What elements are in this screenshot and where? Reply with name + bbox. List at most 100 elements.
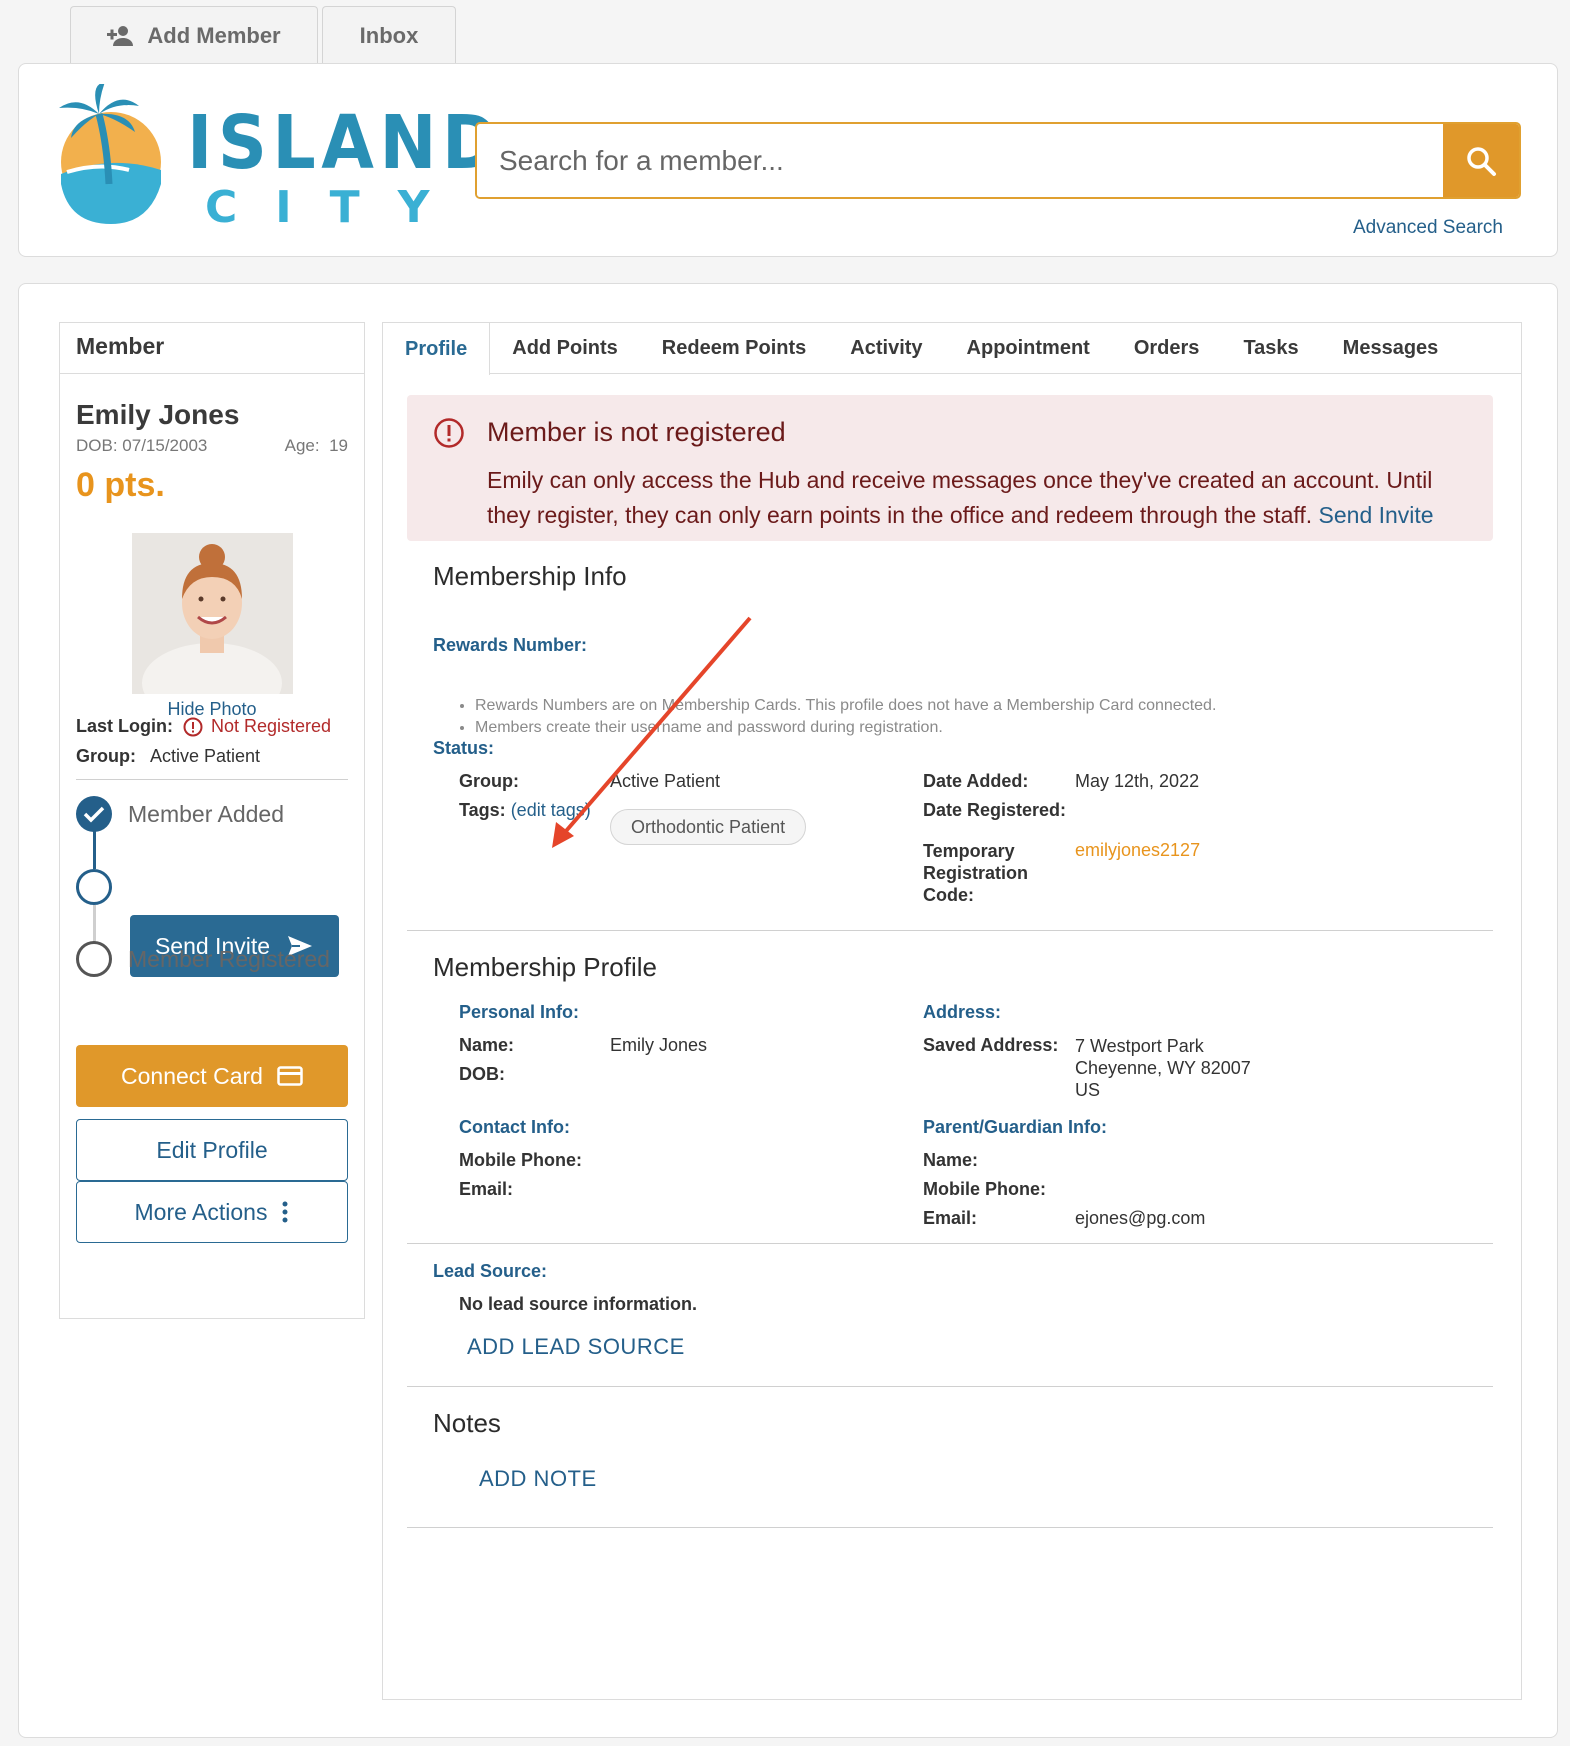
tab-add-points[interactable]: Add Points (490, 323, 640, 374)
age-label: Age: (284, 436, 320, 455)
last-login-label: Last Login: (76, 716, 173, 736)
alert-circle-icon (434, 418, 464, 448)
send-invite-link[interactable]: Send Invite (1319, 502, 1434, 528)
alert-body: Emily can only access the Hub and receiv… (487, 463, 1477, 533)
notes-title: Notes (433, 1408, 501, 1438)
saved-address-value: 7 Westport Park Cheyenne, WY 82007 US (1075, 1035, 1251, 1101)
mobile-phone-label: Mobile Phone: (459, 1150, 582, 1170)
guardian-name-label: Name: (923, 1150, 979, 1170)
tags-label: Tags: (459, 800, 506, 820)
section-divider (407, 930, 1493, 931)
progress-line (93, 829, 96, 869)
not-registered-alert: Member is not registered Emily can only … (407, 395, 1493, 541)
temp-code-value: emilyjones2127 (1075, 840, 1201, 860)
connect-card-button[interactable]: Connect Card (76, 1045, 348, 1107)
credit-card-icon (277, 1066, 303, 1086)
section-divider (407, 1243, 1493, 1244)
address-line: Cheyenne, WY 82007 (1075, 1058, 1251, 1078)
member-points: 0 pts. (76, 466, 165, 504)
step-label: Member Registered (128, 945, 330, 972)
status-label: Status: (433, 738, 495, 758)
advanced-search-link[interactable]: Advanced Search (1353, 217, 1503, 239)
guardian-email-label: Email: (923, 1208, 978, 1228)
add-member-label: Add Member (147, 22, 281, 48)
saved-address-label: Saved Address: (923, 1035, 1059, 1055)
inbox-tab[interactable]: Inbox (322, 6, 456, 64)
date-added-label: Date Added: (923, 771, 1029, 791)
group-label: Group: (459, 771, 519, 791)
rewards-notes: Rewards Numbers are on Membership Cards.… (475, 695, 1216, 739)
age-value: 19 (329, 436, 348, 455)
date-registered-label: Date Registered: (923, 800, 1067, 820)
guardian-info-label: Parent/Guardian Info: (923, 1117, 1108, 1137)
address-line: US (1075, 1080, 1101, 1100)
profile-content: Profile Add Points Redeem Points Activit… (382, 322, 1522, 1700)
personal-info-label: Personal Info: (459, 1002, 580, 1022)
main-card: Member Emily Jones DOB: 07/15/2003 Age: … (18, 283, 1558, 1738)
temp-code-label: Temporary Registration Code: (923, 841, 1029, 905)
tab-messages[interactable]: Messages (1321, 323, 1461, 374)
name-value: Emily Jones (610, 1035, 708, 1055)
rewards-number-label: Rewards Number: (433, 635, 588, 655)
more-actions-button[interactable]: More Actions (76, 1181, 348, 1243)
edit-profile-label: Edit Profile (156, 1136, 268, 1163)
lead-source-label: Lead Source: (433, 1261, 548, 1281)
dob-label: DOB: (459, 1064, 505, 1084)
name-label: Name: (459, 1035, 515, 1055)
logo-text-city: CITY (205, 182, 468, 233)
membership-info-title: Membership Info (433, 561, 627, 591)
step-invite (76, 869, 112, 905)
member-name: Emily Jones (76, 399, 240, 430)
tab-orders[interactable]: Orders (1112, 323, 1222, 374)
add-member-tab[interactable]: Add Member (70, 6, 318, 64)
rewards-note: Members create their username and passwo… (475, 717, 1216, 739)
step-circle-icon (76, 941, 112, 977)
not-registered-status: Not Registered (183, 716, 331, 737)
search-input[interactable] (477, 124, 1443, 197)
email-label: Email: (459, 1179, 514, 1199)
group-label: Group: (76, 746, 136, 766)
group-value: Active Patient (150, 746, 261, 766)
profile-tabs: Profile Add Points Redeem Points Activit… (383, 323, 1521, 375)
address-line: 7 Westport Park (1075, 1036, 1204, 1056)
lead-source-empty: No lead source information. (459, 1294, 698, 1314)
edit-profile-button[interactable]: Edit Profile (76, 1119, 348, 1181)
sidebar-heading: Member (60, 323, 364, 374)
step-member-added: Member Added (76, 796, 284, 832)
portrait-image (132, 533, 293, 694)
alert-circle-icon (183, 717, 203, 736)
alert-text: Emily can only access the Hub and receiv… (487, 467, 1433, 528)
address-label: Address: (923, 1002, 1002, 1022)
add-person-icon (107, 25, 134, 46)
sidebar-divider (76, 779, 348, 780)
edit-tags-link[interactable]: (edit tags) (511, 800, 591, 820)
step-circle-icon (76, 869, 112, 905)
check-circle-icon (76, 796, 112, 832)
tag-badge: Orthodontic Patient (610, 809, 807, 845)
member-search (475, 122, 1521, 199)
membership-profile-title: Membership Profile (433, 952, 657, 982)
tab-redeem-points[interactable]: Redeem Points (640, 323, 828, 374)
member-photo (132, 533, 293, 694)
step-label: Member Added (128, 800, 284, 827)
alert-title: Member is not registered (487, 417, 786, 447)
header: ISLAND CITY Advanced Search (18, 63, 1558, 257)
top-tabs: Add Member Inbox (70, 6, 456, 64)
tab-tasks[interactable]: Tasks (1221, 323, 1320, 374)
connect-card-label: Connect Card (121, 1062, 263, 1089)
tab-activity[interactable]: Activity (828, 323, 944, 374)
tab-appointment[interactable]: Appointment (945, 323, 1112, 374)
search-button[interactable] (1443, 124, 1519, 197)
search-icon (1467, 146, 1496, 176)
member-dob: DOB: 07/15/2003 (76, 436, 208, 455)
add-note-link[interactable]: ADD NOTE (479, 1466, 597, 1492)
last-login-row: Last Login: Not Registered (76, 716, 331, 737)
last-login-value: Not Registered (211, 716, 332, 736)
group-row: Group: Active Patient (76, 746, 260, 767)
add-lead-source-link[interactable]: ADD LEAD SOURCE (467, 1334, 685, 1360)
contact-info-label: Contact Info: (459, 1117, 570, 1137)
tab-profile[interactable]: Profile (383, 323, 491, 375)
group-value: Active Patient (610, 771, 721, 791)
more-actions-label: More Actions (134, 1198, 268, 1225)
section-divider (407, 1527, 1493, 1528)
